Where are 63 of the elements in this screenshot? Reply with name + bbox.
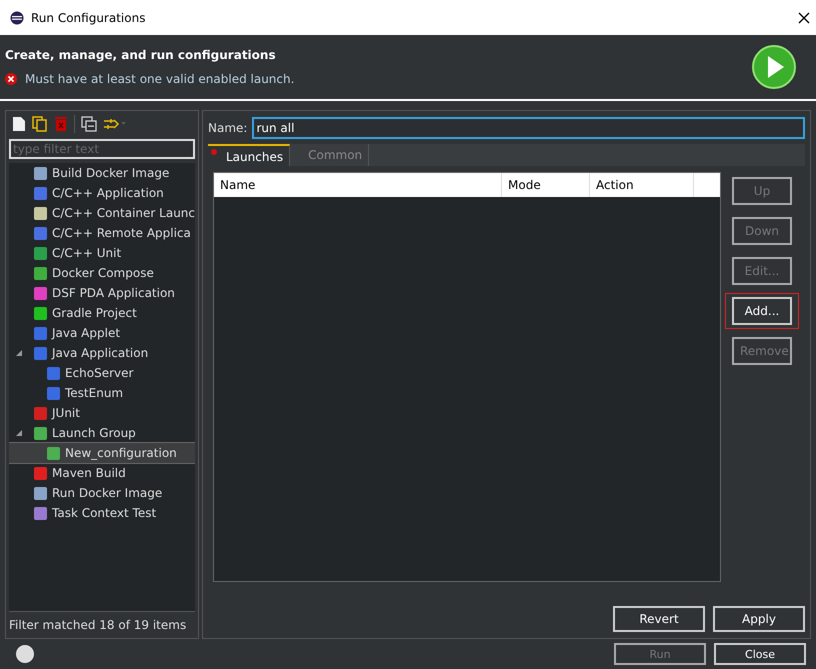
tree-item[interactable]: Task Context Test [9, 503, 195, 523]
config-type-icon [47, 366, 60, 380]
config-type-icon [34, 326, 47, 340]
config-type-icon [34, 406, 47, 420]
config-type-icon [47, 386, 60, 400]
tree-item[interactable]: DSF PDA Application [9, 283, 195, 303]
help-icon[interactable] [16, 645, 34, 663]
run-icon [752, 45, 796, 89]
config-type-icon [34, 266, 47, 280]
config-type-icon [34, 346, 47, 360]
column-header[interactable]: Action [590, 173, 694, 197]
error-icon [5, 73, 17, 85]
name-field[interactable]: run all [252, 117, 805, 139]
tree-item[interactable]: Java Application [9, 343, 195, 363]
filter-field[interactable]: type filter text [9, 139, 195, 159]
config-type-icon [34, 466, 47, 480]
delete-icon[interactable] [54, 116, 68, 132]
tree-item[interactable]: Maven Build [9, 463, 195, 483]
expand-arrow-icon[interactable] [16, 430, 22, 436]
expand-arrow-icon[interactable] [16, 350, 22, 356]
tree-item[interactable]: Docker Compose [9, 263, 195, 283]
config-type-icon [47, 446, 60, 460]
close-icon[interactable] [798, 12, 810, 24]
new-file-icon[interactable] [12, 116, 26, 132]
tree-item[interactable]: Gradle Project [9, 303, 195, 323]
tab[interactable]: Launches [208, 144, 290, 166]
tree-item[interactable]: C/C++ Remote Applica [9, 223, 195, 243]
window-title: Run Configurations [31, 10, 146, 24]
tree-item[interactable]: Run Docker Image [9, 483, 195, 503]
tree-item[interactable]: New_configuration [9, 443, 195, 463]
tree-item[interactable]: EchoServer [9, 363, 195, 383]
config-type-icon [34, 426, 47, 440]
config-type-icon [34, 306, 47, 320]
tree-item[interactable]: Build Docker Image [9, 163, 195, 183]
collapse-icon[interactable] [81, 116, 97, 132]
tree-item[interactable]: TestEnum [9, 383, 195, 403]
form-button[interactable]: Apply [713, 606, 805, 632]
tree-item[interactable]: C/C++ Unit [9, 243, 195, 263]
column-header[interactable]: Name [214, 173, 502, 197]
config-type-icon [34, 166, 47, 180]
dialog-button[interactable]: Close [714, 643, 806, 665]
app-icon [10, 10, 24, 24]
header-title: Create, manage, and run configurations [5, 48, 277, 62]
config-type-icon [34, 486, 47, 500]
config-type-icon [34, 506, 47, 520]
tree-item[interactable]: C/C++ Application [9, 183, 195, 203]
error-message: Must have at least one valid enabled launch. [25, 72, 294, 86]
filter-icon[interactable] [103, 117, 127, 131]
filter-status: Filter matched 18 of 19 items [9, 617, 188, 634]
tree-item[interactable]: C/C++ Container Launc [9, 203, 195, 223]
name-label: Name: [208, 121, 248, 135]
side-button[interactable]: Add... [732, 297, 792, 325]
tree-item[interactable]: JUnit [9, 403, 195, 423]
config-type-icon [34, 226, 47, 240]
column-header[interactable]: Mode [502, 173, 590, 197]
config-type-icon [34, 186, 47, 200]
tree-item[interactable]: Launch Group [9, 423, 195, 443]
duplicate-icon[interactable] [32, 116, 48, 132]
config-type-icon [34, 206, 47, 220]
config-type-icon [34, 246, 47, 260]
config-type-icon [34, 286, 47, 300]
tree-item[interactable]: Java Applet [9, 323, 195, 343]
form-button[interactable]: Revert [613, 606, 705, 632]
